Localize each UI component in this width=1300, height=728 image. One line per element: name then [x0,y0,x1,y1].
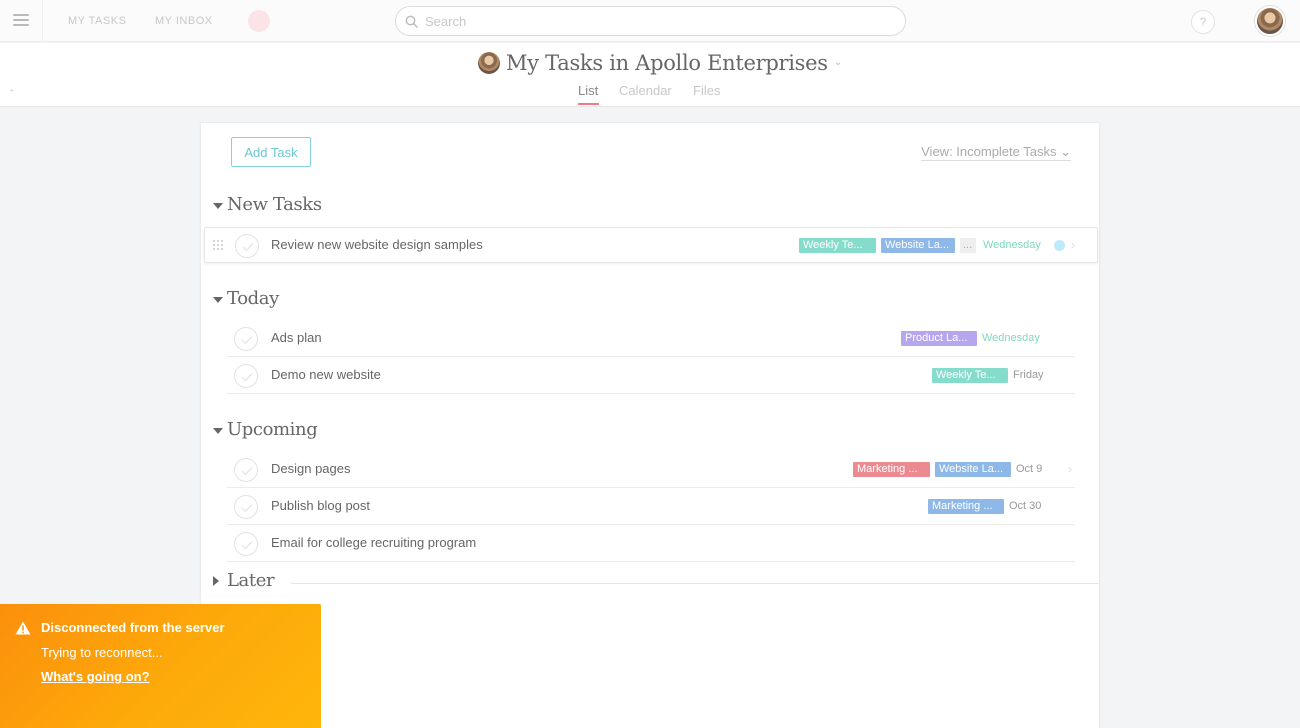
checkmark-icon [241,336,253,345]
task-row[interactable]: Ads plan Product La... Wednesday [227,321,1075,357]
status-dot-icon [1054,240,1065,251]
chevron-right-icon[interactable]: › [1068,462,1072,476]
complete-task-checkbox[interactable] [234,364,258,388]
complete-task-checkbox[interactable] [235,234,259,258]
search-bar[interactable] [395,6,906,36]
chevron-right-icon[interactable]: › [1071,238,1075,252]
due-date[interactable]: Oct 30 [1009,500,1041,512]
checkmark-icon [241,373,253,382]
tag[interactable]: Weekly Te... [932,368,1008,383]
due-date[interactable]: Friday [1013,369,1044,381]
section-header-later[interactable]: Later [213,570,1099,596]
task-name[interactable]: Design pages [271,461,351,476]
tab-list[interactable]: List [578,83,598,98]
divider [291,583,1099,584]
tag[interactable]: Marketing ... [853,462,930,477]
tag[interactable]: Product La... [901,331,977,346]
checkmark-icon [241,504,253,513]
complete-task-checkbox[interactable] [234,327,258,351]
whats-going-on-link[interactable]: What's going on? [41,669,150,684]
section-collapse-icon [213,428,223,434]
active-tab-indicator [578,103,599,105]
checkmark-icon [241,541,253,550]
tab-files[interactable]: Files [693,83,720,98]
complete-task-checkbox[interactable] [234,495,258,519]
hamburger-menu-icon[interactable] [13,14,29,28]
tag[interactable]: Website La... [881,238,955,253]
nav-my-inbox[interactable]: MY INBOX [155,15,213,27]
help-icon[interactable]: ? [1191,10,1215,34]
due-date[interactable]: Wednesday [983,239,1041,251]
alert-title: Disconnected from the server [41,620,225,635]
tab-calendar[interactable]: Calendar [619,83,672,98]
search-icon [405,15,418,28]
task-row[interactable]: Design pages Marketing ... Website La... … [227,452,1075,488]
section-title: Today [227,288,279,309]
more-tags[interactable]: ... [960,238,976,253]
task-row[interactable]: Publish blog post Marketing ... Oct 30 [227,489,1075,525]
nav-my-tasks[interactable]: MY TASKS [68,15,126,27]
section-expand-icon [213,576,219,586]
due-date[interactable]: Oct 9 [1016,463,1042,475]
inbox-notification-dot-icon[interactable] [248,10,270,32]
task-name[interactable]: Review new website design samples [271,237,483,252]
section-title: Later [227,570,275,591]
tag[interactable]: Marketing ... [928,499,1004,514]
top-bar: MY TASKS MY INBOX ? [0,0,1300,42]
view-filter-dropdown[interactable]: View: Incomplete Tasks ⌄ [921,144,1071,161]
add-task-button[interactable]: Add Task [231,137,311,167]
task-name[interactable]: Demo new website [271,367,381,382]
tag[interactable]: Website La... [935,462,1011,477]
task-tags: Marketing ... Website La... [853,462,1016,478]
due-date[interactable]: Wednesday [982,332,1040,344]
task-name[interactable]: Email for college recruiting program [271,535,476,550]
task-tags: Weekly Te... Website La...... [799,238,981,254]
task-tags: Weekly Te... [932,368,1013,384]
section-collapse-icon [213,203,223,209]
search-input[interactable] [425,12,885,30]
drag-handle-icon[interactable] [213,240,223,252]
complete-task-checkbox[interactable] [234,458,258,482]
divider [42,0,43,42]
task-tags: Marketing ... [928,499,1009,515]
title-avatar [478,52,500,74]
chevron-down-icon[interactable]: ⌄ [834,57,842,68]
checkmark-icon [242,243,254,252]
complete-task-checkbox[interactable] [234,532,258,556]
task-row[interactable]: Review new website design samples Weekly… [204,227,1098,263]
task-row[interactable]: Demo new website Weekly Te... Friday [227,358,1075,394]
collapse-header-icon[interactable]: ⌃ [8,88,16,99]
section-title: New Tasks [227,194,322,215]
task-list-panel: Add Task View: Incomplete Tasks ⌄ New Ta… [200,122,1100,728]
page-header: My Tasks in Apollo Enterprises ⌄ List Ca… [0,43,1300,107]
task-tags: Product La... [901,331,982,347]
task-row[interactable]: Email for college recruiting program [227,526,1075,562]
alert-subtitle: Trying to reconnect... [41,645,163,660]
warning-icon [15,621,31,635]
checkmark-icon [241,467,253,476]
page-title: My Tasks in Apollo Enterprises [506,51,828,75]
task-name[interactable]: Ads plan [271,330,322,345]
disconnected-alert: Disconnected from the server Trying to r… [0,604,321,728]
user-avatar[interactable] [1255,6,1285,36]
section-title: Upcoming [227,419,318,440]
section-collapse-icon [213,297,223,303]
tag[interactable]: Weekly Te... [799,238,876,253]
task-name[interactable]: Publish blog post [271,498,370,513]
